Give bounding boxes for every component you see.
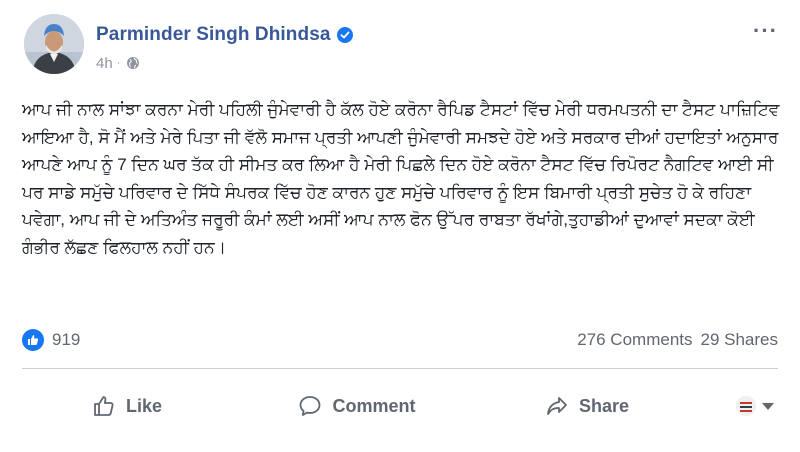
author-row: Parminder Singh Dhindsa xyxy=(96,22,353,48)
like-button-label: Like xyxy=(125,395,163,416)
comment-icon xyxy=(300,396,321,416)
globe-icon[interactable] xyxy=(126,56,140,70)
like-count[interactable]: 919 xyxy=(52,330,80,350)
post-stats-bar: 919 276 Comments 29 Shares xyxy=(22,326,778,354)
verified-badge-icon xyxy=(336,27,353,43)
comment-button[interactable]: Comment xyxy=(252,384,462,428)
post-body-text: ਆਪ ਜੀ ਨਾਲ ਸਾਂਝਾ ਕਰਨਾ ਮੇਰੀ ਪਹਿਲੀ ਜੁੰਮੇਵਾਰ… xyxy=(22,100,780,257)
time-separator: · xyxy=(116,57,121,69)
comment-count[interactable]: 276 Comments xyxy=(577,330,692,350)
engagement-counts: 276 Comments 29 Shares xyxy=(577,330,778,350)
post-timestamp-row: 4h · xyxy=(96,54,353,72)
post-meta: Parminder Singh Dhindsa 4h · xyxy=(96,14,353,80)
share-icon xyxy=(547,397,567,415)
page-mini-avatar xyxy=(736,396,756,416)
react-as-selector[interactable] xyxy=(736,384,778,428)
share-count[interactable]: 29 Shares xyxy=(701,330,779,350)
actions-divider xyxy=(22,368,778,369)
post-time[interactable]: 4h xyxy=(96,55,113,72)
comment-button-label: Comment xyxy=(332,395,416,416)
caret-down-icon xyxy=(762,402,774,410)
share-button-label: Share xyxy=(578,395,630,416)
like-reaction-icon[interactable] xyxy=(22,329,44,351)
share-button[interactable]: Share xyxy=(482,384,692,428)
author-name[interactable]: Parminder Singh Dhindsa xyxy=(96,24,331,46)
avatar-image xyxy=(24,14,84,74)
post-actions-bar: Like Comment Share xyxy=(22,380,778,432)
post-header: Parminder Singh Dhindsa 4h · ··· xyxy=(24,14,784,80)
more-options-icon[interactable]: ··· xyxy=(753,18,778,44)
thumbs-up-icon xyxy=(94,396,114,416)
like-button[interactable]: Like xyxy=(22,384,232,428)
author-avatar[interactable] xyxy=(24,14,84,74)
facebook-post-card: Parminder Singh Dhindsa 4h · ··· ਆਪ ਜੀ ਨ… xyxy=(0,0,800,452)
